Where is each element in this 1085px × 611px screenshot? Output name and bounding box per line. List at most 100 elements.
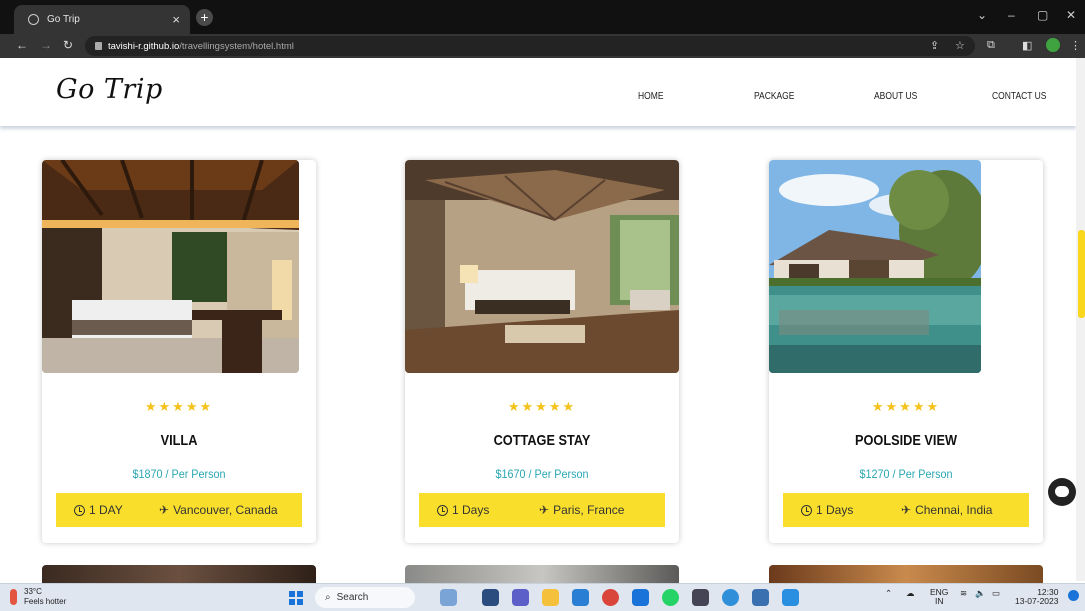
nav-contact-us[interactable]: CONTACT US — [992, 91, 1046, 102]
chrome-icon[interactable] — [602, 589, 619, 606]
language-indicator[interactable]: ENG IN — [930, 588, 948, 606]
rating-stars: ★★★★★ — [871, 399, 941, 414]
vscode-icon[interactable] — [782, 589, 799, 606]
side-panel-icon[interactable]: ◧ — [1022, 39, 1032, 52]
tab-close-button[interactable]: × — [172, 12, 180, 27]
location: ✈ Chennai, India — [901, 503, 992, 517]
temperature: 33°C — [24, 587, 42, 596]
tray-chevron-icon[interactable]: ⌃ — [885, 588, 892, 599]
hotel-card-villa[interactable]: ★★★★★ VILLA $1870 / Per Person 1 DAY ✈ Va… — [42, 160, 316, 543]
virtualbox-icon[interactable] — [692, 589, 709, 606]
url-host: tavishi-r.github.io — [108, 40, 180, 52]
windows-start-icon[interactable] — [289, 591, 303, 605]
clock-widget[interactable]: 12:30 13-07-2023 — [1015, 588, 1058, 606]
hotel-card-partial[interactable] — [769, 565, 1043, 585]
scrollbar-thumb[interactable] — [1078, 230, 1085, 318]
nav-home[interactable]: HOME — [638, 91, 664, 102]
poolside-photo — [769, 160, 981, 373]
language-bottom: IN — [934, 596, 944, 606]
hotel-card-poolside-view[interactable]: ★★★★★ POOLSIDE VIEW $1270 / Per Person 1… — [769, 160, 1043, 543]
task-view-icon[interactable] — [482, 589, 499, 606]
card-price: $1670 / Per Person — [495, 467, 589, 481]
thermometer-icon — [10, 589, 17, 605]
app-icon[interactable] — [752, 589, 769, 606]
volume-icon[interactable]: 🔈 — [975, 588, 986, 599]
teams-icon[interactable] — [512, 589, 529, 606]
rating-stars: ★★★★★ — [507, 399, 577, 414]
duration: 1 DAY — [74, 503, 123, 517]
address-bar-row: ← → ↻ tavishi-r.github.io/travellingsyst… — [0, 34, 1085, 58]
card-price: $1870 / Per Person — [132, 467, 226, 481]
reload-icon[interactable]: ↻ — [63, 38, 73, 52]
airplane-icon: ✈ — [901, 503, 912, 517]
cottage-photo — [405, 160, 679, 373]
wifi-icon[interactable]: ≋ — [960, 588, 967, 599]
card-info-bar: 1 Days ✈ Chennai, India — [783, 493, 1029, 527]
hotel-card-partial[interactable] — [405, 565, 679, 585]
battery-icon[interactable]: ▭ — [992, 588, 1000, 599]
clock-icon — [437, 504, 448, 516]
location-text: Paris, France — [553, 503, 625, 517]
site-logo[interactable]: Go Trip — [56, 74, 163, 105]
airplane-icon: ✈ — [539, 503, 550, 517]
browser-title-bar: Go Trip × + ⌄ – ▢ ✕ — [0, 0, 1085, 34]
nav-package[interactable]: PACKAGE — [754, 91, 794, 102]
location-text: Vancouver, Canada — [173, 503, 278, 517]
card-title: VILLA — [160, 432, 198, 449]
globe-icon — [28, 14, 39, 25]
site-header: Go Trip HOME PACKAGE ABOUT US CONTACT US — [0, 58, 1076, 126]
location: ✈ Paris, France — [539, 503, 624, 517]
notification-icon[interactable] — [1068, 590, 1079, 601]
url-input[interactable]: tavishi-r.github.io/travellingsystem/hot… — [85, 36, 975, 56]
duration: 1 Days — [801, 503, 853, 517]
browser-tab[interactable]: Go Trip × — [14, 5, 190, 34]
nav-about-us[interactable]: ABOUT US — [874, 91, 917, 102]
profile-avatar[interactable] — [1046, 38, 1060, 52]
hotel-card-cottage-stay[interactable]: ★★★★★ COTTAGE STAY $1670 / Per Person 1 … — [405, 160, 679, 543]
card-title: COTTAGE STAY — [493, 432, 591, 449]
edge-icon[interactable] — [722, 589, 739, 606]
forward-arrow-icon[interactable]: → — [40, 38, 52, 52]
clock-icon — [801, 504, 812, 516]
file-explorer-icon[interactable] — [542, 589, 559, 606]
duration-text: 1 DAY — [89, 503, 123, 517]
card-info-bar: 1 DAY ✈ Vancouver, Canada — [56, 493, 302, 527]
airplane-icon: ✈ — [159, 503, 170, 517]
duration-text: 1 Days — [816, 503, 854, 517]
taskbar-search-label: Search — [336, 592, 369, 603]
url-path: /travellingsystem/hotel.html — [179, 40, 294, 52]
menu-kebab-icon[interactable]: ⋮ — [1070, 39, 1081, 52]
window-close-button[interactable]: ✕ — [1066, 8, 1076, 22]
tab-search-icon[interactable]: ⌄ — [977, 8, 987, 22]
scrollbar[interactable] — [1076, 58, 1085, 581]
location: ✈ Vancouver, Canada — [159, 503, 278, 517]
window-maximize-button[interactable]: ▢ — [1037, 8, 1048, 22]
share-icon[interactable]: ⇪ — [930, 39, 939, 52]
search-icon: ⌕ — [325, 592, 331, 603]
duration-text: 1 Days — [452, 503, 490, 517]
store-icon[interactable] — [572, 589, 589, 606]
mail-icon[interactable] — [632, 589, 649, 606]
location-text: Chennai, India — [915, 503, 993, 517]
rating-stars: ★★★★★ — [144, 399, 214, 414]
villa-photo — [42, 160, 299, 373]
taskbar-search[interactable]: ⌕ Search — [315, 587, 415, 608]
onedrive-icon[interactable]: ☁ — [906, 588, 915, 599]
bookmark-star-icon[interactable]: ☆ — [955, 39, 965, 52]
tab-title: Go Trip — [47, 14, 80, 25]
extensions-icon[interactable]: ⧉ — [987, 39, 995, 52]
lock-icon — [95, 42, 102, 50]
new-tab-button[interactable]: + — [196, 9, 213, 26]
chat-widget-icon[interactable] — [1048, 478, 1076, 506]
weather-text: Feels hotter — [24, 597, 67, 606]
widgets-icon[interactable] — [440, 589, 457, 606]
clock-date: 13-07-2023 — [1015, 596, 1059, 606]
hotel-card-partial[interactable] — [42, 565, 316, 585]
weather-widget[interactable]: 33°C Feels hotter — [10, 587, 66, 607]
card-title: POOLSIDE VIEW — [854, 432, 957, 449]
whatsapp-icon[interactable] — [662, 589, 679, 606]
back-arrow-icon[interactable]: ← — [16, 38, 28, 52]
card-price: $1270 / Per Person — [859, 467, 953, 481]
clock-icon — [74, 504, 85, 516]
window-minimize-button[interactable]: – — [1008, 8, 1015, 22]
